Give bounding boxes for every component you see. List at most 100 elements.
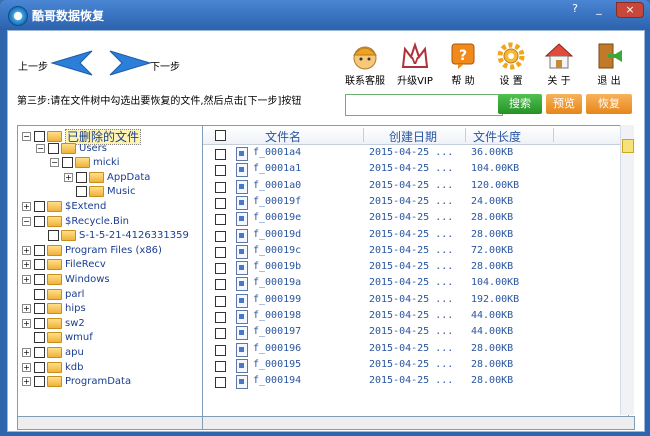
settings-button[interactable]: 设 置	[485, 41, 537, 87]
column-divider[interactable]	[363, 128, 364, 142]
column-header-size[interactable]: 文件长度	[473, 128, 521, 145]
file-list-horizontal-scrollbar[interactable]	[202, 416, 635, 430]
file-row[interactable]: f_00019c 2015-04-25 ... 72.00KB	[203, 244, 628, 260]
file-checkbox[interactable]	[215, 312, 226, 323]
tree-node[interactable]: + hips	[22, 303, 86, 317]
tree-node[interactable]: − $Recycle.Bin	[22, 215, 129, 230]
recover-button[interactable]: 恢复	[586, 94, 632, 114]
column-header-date[interactable]: 创建日期	[389, 128, 437, 145]
tree-node[interactable]: + sw2	[22, 317, 85, 332]
tree-horizontal-scrollbar[interactable]	[17, 416, 203, 430]
expand-icon[interactable]: +	[22, 202, 31, 211]
folder-tree[interactable]: − 已删除的文件 − Users − micki + AppData Music + $Extend…	[17, 125, 203, 417]
file-checkbox[interactable]	[215, 181, 226, 193]
exit-button[interactable]: 退 出	[583, 41, 635, 87]
tree-checkbox[interactable]	[62, 157, 73, 169]
file-row[interactable]: f_000194 2015-04-25 ... 28.00KB	[203, 374, 628, 390]
tree-node[interactable]: parl	[22, 288, 84, 303]
tree-node[interactable]: + kdb	[22, 361, 84, 376]
expand-icon[interactable]: +	[22, 245, 31, 255]
preview-button[interactable]: 预览	[546, 94, 582, 114]
expand-icon[interactable]: +	[22, 318, 31, 328]
file-checkbox[interactable]	[215, 360, 226, 372]
tree-node[interactable]: − Users	[36, 142, 107, 157]
tree-node[interactable]: − 已删除的文件	[22, 128, 142, 145]
expand-icon[interactable]: +	[22, 304, 31, 314]
tree-node[interactable]: − micki	[50, 157, 120, 171]
file-checkbox[interactable]	[215, 149, 226, 160]
tree-checkbox[interactable]	[34, 131, 45, 142]
file-checkbox[interactable]	[215, 165, 226, 177]
tree-checkbox[interactable]	[34, 215, 45, 227]
tree-checkbox[interactable]	[34, 274, 45, 285]
file-row[interactable]: f_0001a4 2015-04-25 ... 36.00KB	[203, 146, 628, 162]
scroll-thumb[interactable]	[622, 139, 634, 153]
prev-step-arrow-icon[interactable]	[50, 49, 94, 77]
tree-node[interactable]: + apu	[22, 347, 84, 361]
tree-node[interactable]: + $Extend	[22, 201, 106, 215]
help-button[interactable]: ? 帮 助	[437, 41, 489, 87]
file-checkbox[interactable]	[215, 246, 226, 258]
tree-checkbox[interactable]	[34, 332, 45, 344]
tree-node[interactable]: wmuf	[22, 332, 93, 346]
close-button[interactable]: ×	[616, 2, 644, 18]
about-button[interactable]: 关 于	[533, 41, 585, 87]
tree-checkbox[interactable]	[48, 142, 59, 154]
tree-checkbox[interactable]	[34, 288, 45, 300]
file-checkbox[interactable]	[215, 344, 226, 356]
minimize-button[interactable]: _	[590, 2, 608, 16]
tree-checkbox[interactable]	[34, 259, 45, 271]
expand-icon[interactable]: +	[22, 362, 31, 372]
help-window-button[interactable]: ?	[566, 2, 584, 16]
column-header-filename[interactable]: 文件名	[265, 128, 301, 145]
file-row[interactable]: f_00019b 2015-04-25 ... 28.00KB	[203, 260, 628, 276]
expand-icon[interactable]: +	[22, 260, 31, 270]
file-checkbox[interactable]	[215, 214, 226, 226]
file-list-vertical-scrollbar[interactable]	[620, 125, 634, 415]
file-row[interactable]: f_00019e 2015-04-25 ... 28.00KB	[203, 211, 628, 227]
tree-node[interactable]: S-1-5-21-4126331359	[36, 230, 189, 244]
tree-checkbox[interactable]	[34, 361, 45, 373]
prev-step-label[interactable]: 上一步	[18, 58, 48, 73]
collapse-icon[interactable]: −	[22, 216, 31, 226]
column-divider[interactable]	[553, 128, 554, 142]
tree-checkbox[interactable]	[34, 347, 45, 358]
tree-node[interactable]: + AppData	[64, 171, 150, 186]
select-all-checkbox[interactable]	[215, 130, 226, 141]
expand-icon[interactable]: +	[22, 275, 31, 284]
file-checkbox[interactable]	[215, 377, 226, 389]
file-row[interactable]: f_000199 2015-04-25 ... 192.00KB	[203, 293, 628, 309]
next-step-label[interactable]: 下一步	[150, 58, 180, 73]
search-input[interactable]	[345, 94, 503, 116]
support-button[interactable]: 联系客服	[339, 41, 391, 87]
tree-node[interactable]: + Windows	[22, 274, 110, 288]
search-button[interactable]: 搜索	[498, 94, 542, 114]
file-row[interactable]: f_0001a1 2015-04-25 ... 104.00KB	[203, 162, 628, 178]
file-row[interactable]: f_00019a 2015-04-25 ... 104.00KB	[203, 276, 628, 292]
column-divider[interactable]	[465, 128, 466, 142]
file-checkbox[interactable]	[215, 295, 226, 307]
collapse-icon[interactable]: −	[36, 143, 45, 153]
file-row[interactable]: f_000196 2015-04-25 ... 28.00KB	[203, 342, 628, 358]
file-row[interactable]: f_000198 2015-04-25 ... 44.00KB	[203, 309, 628, 325]
file-row[interactable]: f_000197 2015-04-25 ... 44.00KB	[203, 325, 628, 341]
tree-node[interactable]: + ProgramData	[22, 376, 131, 390]
file-row[interactable]: f_000195 2015-04-25 ... 28.00KB	[203, 358, 628, 374]
tree-checkbox[interactable]	[76, 186, 87, 198]
file-row[interactable]: f_00019f 2015-04-25 ... 24.00KB	[203, 195, 628, 211]
file-checkbox[interactable]	[215, 328, 226, 340]
expand-icon[interactable]: +	[22, 348, 31, 357]
file-row[interactable]: f_0001a0 2015-04-25 ... 120.00KB	[203, 179, 628, 195]
upgrade-vip-button[interactable]: V 升级VIP	[389, 41, 441, 87]
tree-node[interactable]: + Program Files (x86)	[22, 244, 162, 259]
file-checkbox[interactable]	[215, 197, 226, 209]
tree-checkbox[interactable]	[34, 303, 45, 315]
expand-icon[interactable]: +	[22, 377, 31, 387]
file-checkbox[interactable]	[215, 279, 226, 291]
tree-checkbox[interactable]	[34, 317, 45, 329]
file-checkbox[interactable]	[215, 230, 226, 242]
tree-checkbox[interactable]	[34, 201, 45, 212]
tree-checkbox[interactable]	[34, 244, 45, 256]
tree-checkbox[interactable]	[34, 376, 45, 388]
tree-node[interactable]: Music	[64, 186, 135, 200]
